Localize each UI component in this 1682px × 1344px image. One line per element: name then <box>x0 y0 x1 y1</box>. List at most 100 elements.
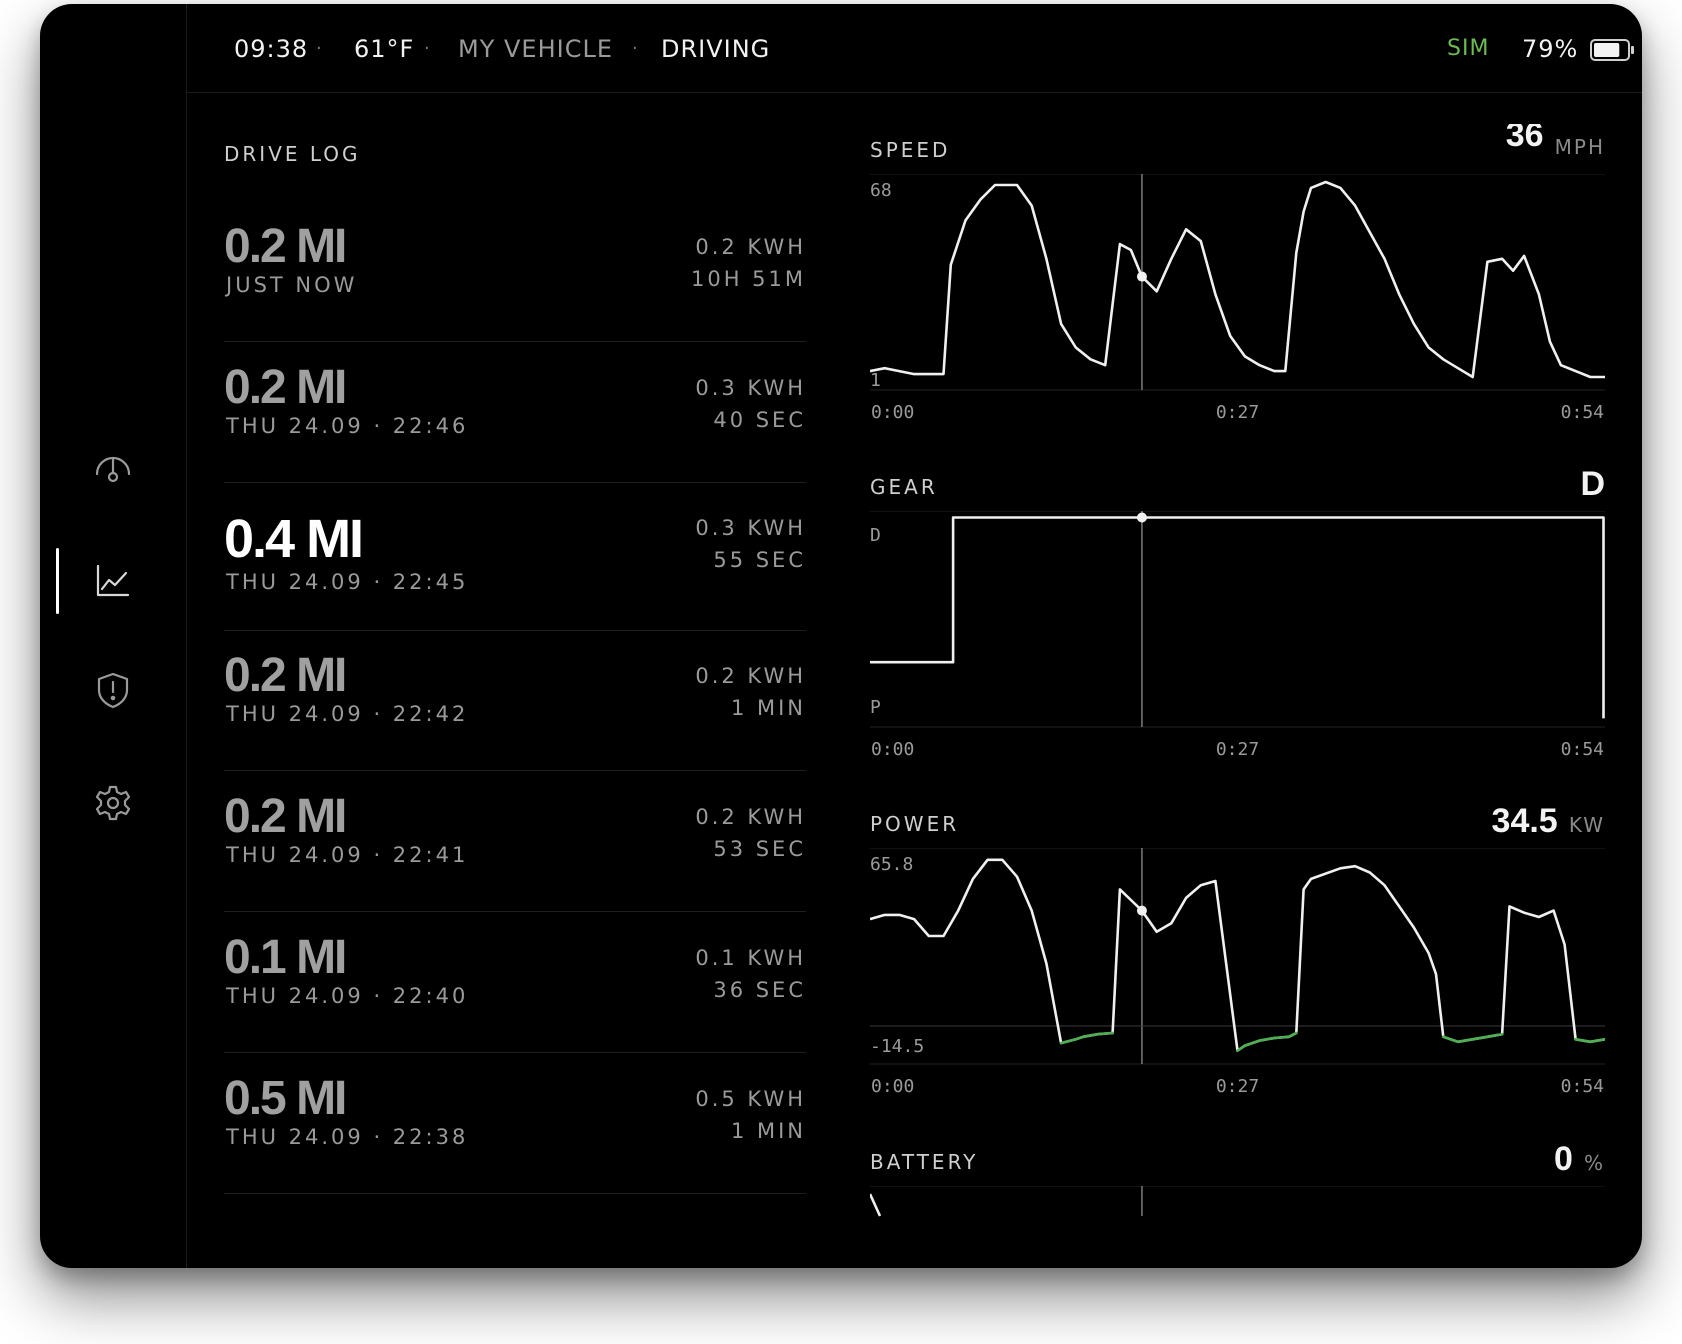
x-tick-label: 0:54 <box>1561 402 1604 423</box>
drive-energy: 0.3 KWH <box>695 376 806 400</box>
battery-chart[interactable] <box>870 1186 1605 1228</box>
battery-current-value: 0 % <box>1554 1140 1605 1179</box>
drive-distance: 0.5 MI <box>224 1072 347 1125</box>
drive-log-title: DRIVE LOG <box>224 142 361 166</box>
series-line <box>870 180 1605 379</box>
gear-chart[interactable]: 0:00 0:27 0:54 D P <box>870 511 1605 761</box>
drive-duration: 40 SEC <box>713 408 806 432</box>
regen-segment <box>1059 1038 1078 1045</box>
status-drive-state: DRIVING <box>661 35 771 63</box>
drive-log-row[interactable]: 0.4 MI THU 24.09 · 22:45 0.3 KWH 55 SEC <box>224 482 806 631</box>
speed-value: 36 <box>1505 124 1544 154</box>
drive-log-row[interactable]: 0.2 MI JUST NOW 0.2 KWH 10H 51M <box>224 201 806 342</box>
regen-segment <box>1441 1035 1460 1044</box>
drive-date: THU 24.09 · 22:42 <box>226 702 469 726</box>
sidebar-item-safety[interactable] <box>40 655 186 725</box>
speed-chart[interactable]: 0:00 0:27 0:54 68 1 <box>870 174 1605 424</box>
drive-date: JUST NOW <box>226 273 358 297</box>
sidebar-item-dashboard[interactable] <box>40 435 186 505</box>
battery-fill <box>1594 43 1620 57</box>
chart-icon <box>96 564 130 597</box>
x-tick-label: 0:54 <box>1561 739 1604 760</box>
drive-distance: 0.2 MI <box>224 649 347 702</box>
x-tick-label: 0:00 <box>871 739 914 760</box>
drive-duration: 36 SEC <box>713 978 806 1002</box>
drive-date: THU 24.09 · 22:41 <box>226 843 469 867</box>
regen-segment <box>1236 1044 1247 1052</box>
regen-segment <box>1096 1031 1114 1036</box>
cursor-point <box>1136 512 1147 523</box>
drive-duration: 53 SEC <box>713 837 806 861</box>
drive-date: THU 24.09 · 22:46 <box>226 414 469 438</box>
x-tick-label: 0:00 <box>871 402 914 423</box>
drive-log-row[interactable]: 0.1 MI THU 24.09 · 22:40 0.1 KWH 36 SEC <box>224 912 806 1053</box>
regen-segment <box>1456 1038 1475 1044</box>
drive-log-row[interactable]: 0.2 MI THU 24.09 · 22:46 0.3 KWH 40 SEC <box>224 342 806 483</box>
drive-duration: 1 MIN <box>730 696 806 720</box>
x-tick-label: 0:27 <box>1216 402 1259 423</box>
speed-chart-title: SPEED <box>870 138 951 162</box>
status-vehicle-name: MY VEHICLE <box>458 35 613 63</box>
drive-energy: 0.3 KWH <box>695 516 806 540</box>
drive-date: THU 24.09 · 22:40 <box>226 984 469 1008</box>
y-tick-label: 65.8 <box>870 854 913 875</box>
x-tick-label: 0:27 <box>1216 739 1259 760</box>
speed-current-value: 36 MPH <box>1506 124 1605 156</box>
drive-date: THU 24.09 · 22:38 <box>226 1125 469 1149</box>
shield-alert-icon <box>97 672 129 709</box>
drive-distance: 0.2 MI <box>224 361 347 414</box>
drive-distance: 0.4 MI <box>224 509 364 569</box>
x-tick-label: 0:27 <box>1216 1076 1259 1097</box>
sidebar-item-charts[interactable] <box>40 546 186 616</box>
drive-energy: 0.5 KWH <box>695 1087 806 1111</box>
status-temperature: 61°F <box>354 35 415 63</box>
status-time: 09:38 <box>234 35 309 63</box>
drive-duration: 55 SEC <box>713 548 806 572</box>
status-separator: · <box>316 38 323 59</box>
regen-segment <box>1243 1039 1261 1047</box>
power-current-value: 34.5 KW <box>1492 802 1605 841</box>
regen-segment <box>1081 1032 1100 1039</box>
y-tick-label: D <box>870 525 881 546</box>
status-separator: · <box>632 38 639 59</box>
battery-chart-title: BATTERY <box>870 1150 979 1174</box>
x-tick-label: 0:00 <box>871 1076 914 1097</box>
battery-icon <box>1590 39 1634 61</box>
drive-energy: 0.2 KWH <box>695 664 806 688</box>
y-tick-label: -14.5 <box>870 1036 924 1057</box>
drive-distance: 0.1 MI <box>224 931 347 984</box>
gauge-icon <box>95 456 131 483</box>
regen-segment <box>1486 1032 1504 1039</box>
regen-segment <box>1588 1038 1605 1044</box>
y-tick-label: P <box>870 697 881 718</box>
battery-unit: % <box>1583 1151 1605 1175</box>
battery-percent: 79% <box>1522 35 1579 63</box>
series-line <box>870 516 1605 719</box>
drive-log-row[interactable]: 0.2 MI THU 24.09 · 22:41 0.2 KWH 53 SEC <box>224 771 806 912</box>
drive-duration: 1 MIN <box>730 1119 806 1143</box>
sim-badge: SIM <box>1447 36 1490 61</box>
drive-date: THU 24.09 · 22:45 <box>226 570 469 594</box>
power-chart[interactable]: 0:00 0:27 0:54 65.8 -14.5 <box>870 848 1605 1098</box>
battery-value: 0 <box>1553 1140 1573 1178</box>
drive-energy: 0.2 KWH <box>695 805 806 829</box>
status-bar: 09:38 · 61°F · MY VEHICLE · DRIVING SIM … <box>186 4 1642 93</box>
x-tick-label: 0:54 <box>1561 1076 1604 1097</box>
regen-segment <box>1258 1036 1276 1042</box>
regen-segment <box>1287 1031 1298 1039</box>
power-value: 34.5 <box>1491 802 1558 840</box>
drive-energy: 0.1 KWH <box>695 946 806 970</box>
drive-energy: 0.2 KWH <box>695 235 806 259</box>
device-screen: 09:38 · 61°F · MY VEHICLE · DRIVING SIM … <box>40 4 1642 1268</box>
gear-current-value: D <box>1580 465 1605 504</box>
drive-log-row[interactable]: 0.5 MI THU 24.09 · 22:38 0.5 KWH 1 MIN <box>224 1053 806 1194</box>
series-line <box>870 858 1605 1052</box>
sidebar-item-settings[interactable] <box>40 768 186 838</box>
drive-log-row[interactable]: 0.2 MI THU 24.09 · 22:42 0.2 KWH 1 MIN <box>224 630 806 771</box>
gear-value: D <box>1580 465 1605 503</box>
drive-duration: 10H 51M <box>690 267 806 291</box>
gear-icon <box>95 785 131 821</box>
cursor-point <box>1136 905 1147 916</box>
gear-chart-title: GEAR <box>870 475 938 499</box>
y-tick-label: 68 <box>870 180 892 201</box>
